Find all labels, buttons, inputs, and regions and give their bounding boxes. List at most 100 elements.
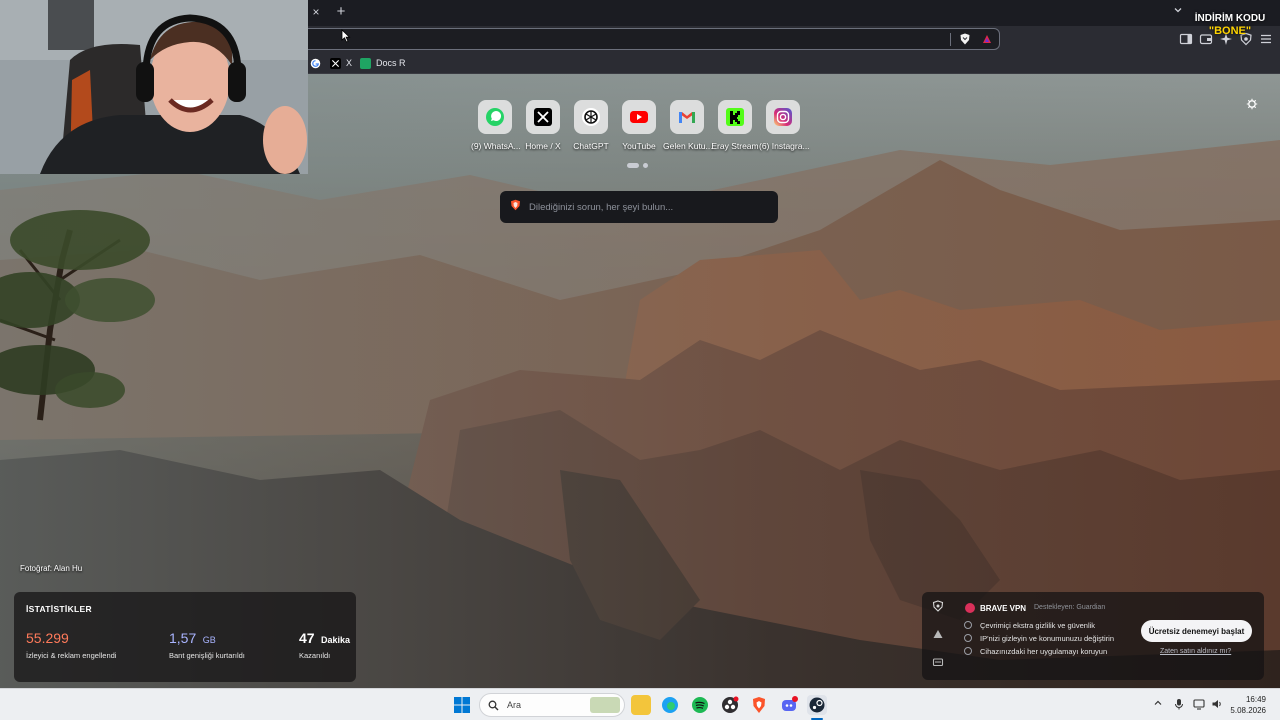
already-purchased-link[interactable]: Zaten satın aldınız mı?: [1160, 648, 1231, 655]
stat-bandwidth-saved: 1,57 GB Bant genişliği kurtarıldı: [169, 630, 245, 660]
top-site-label: (9) WhatsA...: [471, 141, 521, 151]
clock-date: 5.08.2026: [1230, 706, 1266, 715]
top-site-kick[interactable]: Eray Stream: [711, 98, 759, 151]
stat-description: İzleyici & reklam engellendi: [26, 651, 117, 660]
top-site-instagram[interactable]: (6) Instagra...: [759, 98, 810, 151]
start-free-trial-button[interactable]: Ücretsiz denemeyi başlat: [1141, 620, 1252, 642]
windows-start-icon[interactable]: [453, 696, 471, 714]
stat-unit: GB: [202, 635, 216, 645]
taskbar-search-label: Ara: [507, 700, 522, 710]
customize-gear-icon[interactable]: [1246, 97, 1258, 110]
discord-icon[interactable]: [779, 695, 799, 715]
top-sites-pager: [627, 163, 651, 169]
stat-value: 1,57: [169, 630, 197, 646]
tab-search-chevron-icon[interactable]: [1171, 5, 1185, 19]
vpn-feature: Cihazınızdaki her uygulamayı koruyun: [980, 647, 1108, 656]
check-circle-icon: [964, 634, 972, 642]
taskbar-clock[interactable]: 16:49 5.08.2026: [1226, 694, 1266, 716]
tray-chevron-up-icon[interactable]: [1151, 698, 1165, 712]
search-highlight-icon: [590, 697, 620, 713]
whatsapp-icon: [478, 100, 512, 134]
pager-dot[interactable]: [643, 163, 648, 168]
webcam-overlay: [0, 0, 308, 174]
rewards-widget-tab-icon[interactable]: [931, 628, 945, 642]
windows-taskbar: Ara 16:49 5.08.2026: [0, 688, 1280, 720]
microphone-icon[interactable]: [1172, 698, 1186, 712]
bookmark-label: Docs R: [376, 58, 406, 68]
brave-vpn-widget: BRAVE VPN Destekleyen: Guardian Çevrimiç…: [954, 592, 1264, 680]
top-site-label: Home / X: [525, 141, 561, 151]
address-bar[interactable]: [300, 28, 1000, 50]
url-input[interactable]: [309, 32, 929, 46]
clock-time: 16:49: [1245, 695, 1266, 704]
chatgpt-icon: [574, 100, 608, 134]
check-circle-icon: [964, 647, 972, 655]
docs-icon: [360, 57, 371, 69]
top-site-label: YouTube: [622, 141, 656, 151]
stat-unit: Dakika: [321, 635, 351, 645]
brave-shields-icon[interactable]: [958, 32, 972, 46]
display-icon[interactable]: [1192, 698, 1206, 712]
brave-rewards-icon[interactable]: [980, 32, 994, 46]
bookmark-google[interactable]: [310, 55, 321, 71]
close-tab-button[interactable]: ×: [308, 4, 324, 20]
gmail-icon: [670, 100, 704, 134]
stat-value: 55.299: [26, 630, 69, 646]
file-explorer-icon[interactable]: [631, 695, 651, 715]
promo-title: İNDİRİM KODU: [1194, 13, 1266, 24]
stat-time-saved: 47 Dakika Kazanıldı: [299, 630, 350, 660]
news-widget-tab-icon[interactable]: [931, 656, 945, 670]
top-site-label: ChatGPT: [573, 141, 609, 151]
vpn-widget-tab-icon[interactable]: [931, 600, 945, 614]
pager-dot-active[interactable]: [627, 163, 639, 168]
top-site-chatgpt[interactable]: ChatGPT: [567, 98, 615, 151]
obs-icon[interactable]: [720, 695, 740, 715]
top-site-whatsapp[interactable]: (9) WhatsA...: [471, 98, 521, 151]
top-site-label: (6) Instagra...: [759, 141, 810, 151]
google-icon: [310, 58, 321, 68]
photo-credit[interactable]: Fotoğraf: Alan Hu: [20, 564, 82, 573]
top-site-x[interactable]: Home / X: [519, 98, 567, 151]
check-circle-icon: [964, 621, 972, 629]
search-box[interactable]: [500, 191, 778, 223]
top-sites: (9) WhatsA... Home / X ChatGPT YouTube G…: [470, 98, 810, 158]
top-site-label: Gelen Kutu...: [663, 141, 713, 151]
new-tab-button[interactable]: +: [332, 3, 350, 21]
vpn-support-text: Destekleyen: Guardian: [1034, 604, 1106, 611]
bookmark-label: X: [346, 58, 353, 68]
spotify-icon[interactable]: [690, 695, 710, 715]
kick-icon: [718, 100, 752, 134]
promo-code: "BONE": [1208, 25, 1252, 37]
taskbar-search[interactable]: Ara: [479, 693, 625, 717]
stats-widget: İSTATİSTİKLER 55.299 İzleyici & reklam e…: [14, 592, 356, 682]
top-site-gmail[interactable]: Gelen Kutu...: [663, 98, 713, 151]
widget-switcher: [922, 592, 954, 680]
stat-value: 47: [299, 630, 315, 646]
brave-search-icon: [510, 198, 521, 216]
edge-icon[interactable]: [660, 695, 680, 715]
stat-description: Bant genişliği kurtarıldı: [169, 651, 245, 660]
vpn-feature: Çevrimiçi ekstra gizlilik ve güvenlik: [980, 621, 1096, 630]
x-icon: [526, 100, 560, 134]
x-icon: [330, 57, 341, 69]
bookmark-x[interactable]: X: [330, 55, 352, 71]
volume-icon[interactable]: [1210, 698, 1224, 712]
youtube-icon: [622, 100, 656, 134]
search-icon: [488, 700, 499, 710]
top-site-label: Eray Stream: [711, 141, 759, 151]
stats-title: İSTATİSTİKLER: [26, 604, 92, 614]
vpn-title: BRAVE VPN: [980, 604, 1027, 613]
top-site-youtube[interactable]: YouTube: [615, 98, 663, 151]
brave-vpn-logo-icon: [965, 603, 975, 613]
instagram-icon: [766, 100, 800, 134]
vpn-feature: IP'nizi gizleyin ve konumunuzu değiştiri…: [980, 634, 1115, 643]
stat-ads-blocked: 55.299 İzleyici & reklam engellendi: [26, 630, 116, 660]
bookmark-docs[interactable]: Docs R: [360, 55, 406, 71]
search-input[interactable]: [529, 201, 759, 213]
url-divider: [950, 33, 951, 46]
steam-icon[interactable]: [807, 695, 827, 715]
stream-promo-code: İNDİRİM KODU "BONE": [1186, 13, 1274, 37]
stat-description: Kazanıldı: [299, 651, 331, 660]
mouse-cursor-icon: [341, 29, 351, 43]
brave-browser-icon[interactable]: [749, 695, 769, 715]
